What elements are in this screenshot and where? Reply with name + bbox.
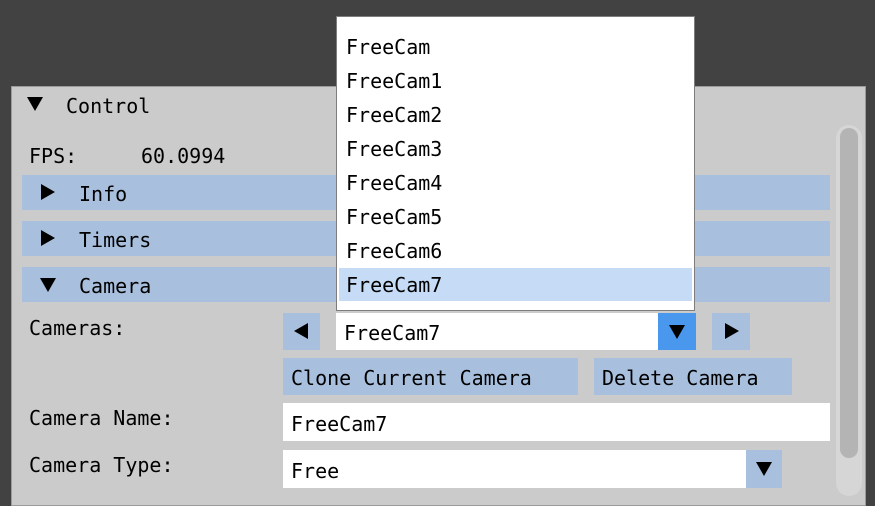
section-camera-label: Camera (79, 274, 152, 298)
prev-camera-button[interactable] (283, 313, 320, 350)
dropdown-option[interactable]: FreeCam1 (339, 64, 692, 97)
delete-camera-button[interactable]: Delete Camera (594, 358, 792, 395)
clone-current-camera-button[interactable]: Clone Current Camera (283, 358, 578, 395)
camera-type-select[interactable]: Free (283, 450, 746, 488)
camera-type-dropdown-button[interactable] (746, 450, 782, 488)
chevron-down-icon (756, 462, 772, 476)
panel-title: Control (66, 94, 151, 118)
arrow-left-icon (294, 323, 308, 339)
section-info-label: Info (79, 182, 128, 206)
camera-name-value: FreeCam7 (291, 412, 388, 436)
camera-type-label: Camera Type: (29, 453, 174, 477)
expand-triangle-icon (41, 184, 55, 200)
next-camera-button[interactable] (712, 313, 750, 350)
dropdown-option[interactable]: FreeCam3 (339, 132, 692, 165)
cameras-label: Cameras: (29, 316, 126, 340)
chevron-down-icon (669, 325, 685, 339)
delete-button-label: Delete Camera (602, 366, 759, 390)
camera-select-value: FreeCam7 (344, 321, 441, 345)
dropdown-option-selected[interactable]: FreeCam7 (339, 268, 692, 301)
dropdown-option[interactable]: FreeCam5 (339, 200, 692, 233)
collapse-triangle-icon[interactable] (27, 97, 43, 111)
fps-value: 60.0994 (141, 144, 226, 168)
collapse-triangle-icon (40, 278, 56, 292)
scrollbar-thumb[interactable] (840, 128, 858, 458)
camera-name-input[interactable]: FreeCam7 (283, 403, 830, 441)
camera-type-value: Free (291, 459, 340, 483)
dropdown-option[interactable]: FreeCam4 (339, 166, 692, 199)
arrow-right-icon (725, 323, 739, 339)
expand-triangle-icon (41, 230, 55, 246)
dropdown-option[interactable]: FreeCam2 (339, 98, 692, 131)
camera-dropdown-list: FreeCam FreeCam1 FreeCam2 FreeCam3 FreeC… (336, 16, 695, 311)
camera-name-label: Camera Name: (29, 406, 174, 430)
section-timers-label: Timers (79, 228, 152, 252)
clone-button-label: Clone Current Camera (291, 366, 532, 390)
camera-select-dropdown-button[interactable] (658, 313, 696, 350)
dropdown-option[interactable]: FreeCam6 (339, 234, 692, 267)
dropdown-option[interactable]: FreeCam (339, 30, 692, 63)
fps-label: FPS: (29, 144, 78, 168)
